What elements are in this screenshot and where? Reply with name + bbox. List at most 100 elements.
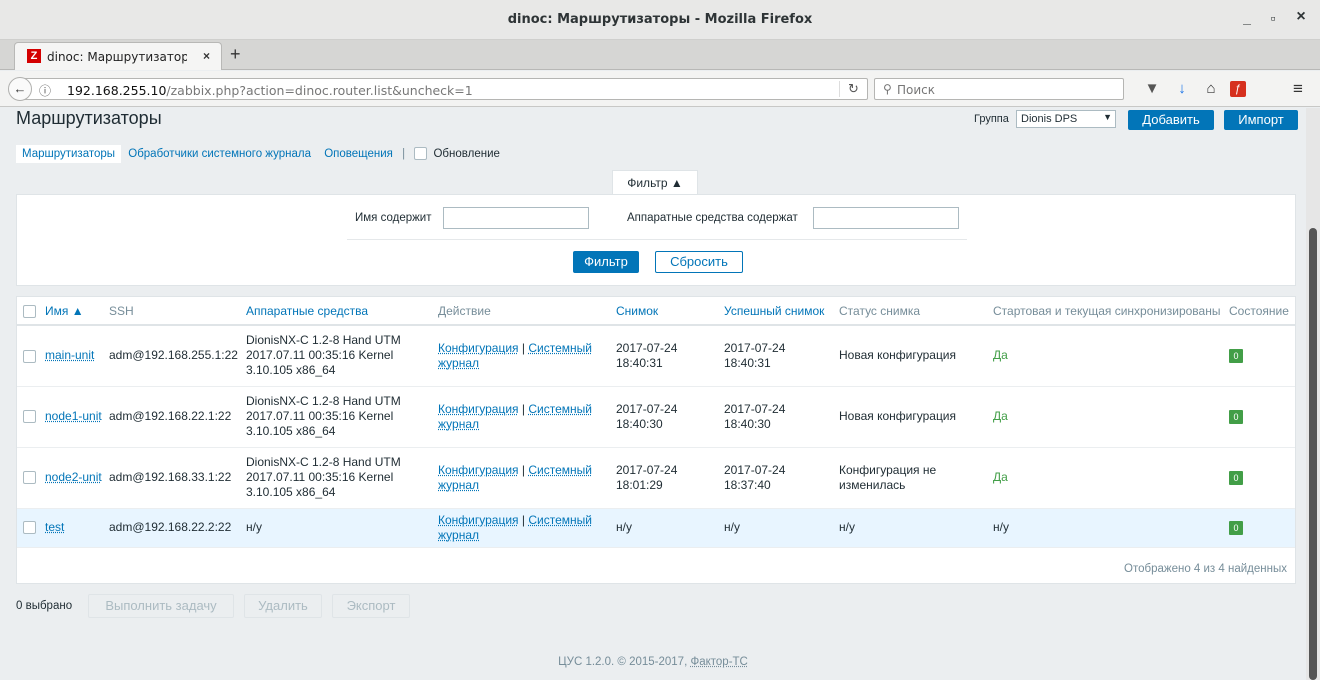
config-link[interactable]: Конфигурация: [438, 463, 519, 477]
success-snapshot-cell: 2017-07-24 18:40:31: [718, 325, 833, 387]
filter-apply-button[interactable]: Фильтр: [573, 251, 639, 273]
row-select-cell: [17, 447, 41, 509]
row-select-cell: [17, 325, 41, 387]
snapshot-status-cell: н/у: [833, 508, 987, 548]
row-checkbox[interactable]: [23, 349, 36, 363]
row-checkbox[interactable]: [23, 471, 36, 485]
snapshot-status-cell: Новая конфигурация: [833, 325, 987, 387]
table-row: main-unit adm@192.168.255.1:22 DionisNX-…: [17, 325, 1295, 387]
column-hardware[interactable]: Аппаратные средства: [240, 297, 432, 326]
search-input[interactable]: ⚲ Поиск: [874, 78, 1124, 100]
search-placeholder: Поиск: [897, 83, 936, 97]
config-link[interactable]: Конфигурация: [438, 402, 519, 416]
router-name-cell: main-unit: [41, 325, 103, 387]
column-success-snapshot[interactable]: Успешный снимок: [718, 297, 833, 326]
tab-close-button[interactable]: ×: [203, 49, 210, 63]
subnav-syslog-handlers[interactable]: Обработчики системного журнала: [128, 148, 311, 160]
import-button[interactable]: Импорт: [1224, 110, 1298, 130]
hardware-filter-label: Аппаратные средства содержат: [627, 212, 798, 224]
filter-reset-button[interactable]: Сбросить: [655, 251, 743, 273]
snapshot-status-cell: Новая конфигурация: [833, 386, 987, 448]
page-scrollbar[interactable]: [1306, 108, 1320, 680]
snapshot-status-cell: Конфигурация не изменилась: [833, 447, 987, 509]
sync-cell: Да: [987, 447, 1223, 509]
scrollbar-thumb[interactable]: [1309, 228, 1317, 680]
group-select[interactable]: Dionis DPS ▼: [1016, 110, 1116, 128]
url-host: 192.168.255.10: [67, 83, 167, 98]
router-name-link[interactable]: node1-unit: [45, 409, 102, 423]
hardware-cell: DionisNX-C 1.2-8 Hand UTM 2017.07.11 00:…: [240, 447, 432, 509]
config-link[interactable]: Конфигурация: [438, 513, 519, 527]
group-select-value: Dionis DPS: [1021, 113, 1078, 125]
export-button[interactable]: Экспорт: [332, 594, 410, 618]
row-checkbox[interactable]: [23, 410, 36, 424]
subnav-notifications[interactable]: Оповещения: [324, 148, 393, 160]
close-window-button[interactable]: ×: [1290, 8, 1312, 28]
column-snapshot-status: Статус снимка: [833, 297, 987, 326]
column-snapshot[interactable]: Снимок: [610, 297, 718, 326]
table-header-row: Имя ▲ SSH Аппаратные средства Действие С…: [17, 297, 1295, 326]
sync-cell: Да: [987, 386, 1223, 448]
home-icon[interactable]: ⌂: [1201, 79, 1221, 99]
action-cell: Конфигурация | Системный журнал: [432, 325, 610, 387]
run-task-button[interactable]: Выполнить задачу: [88, 594, 234, 618]
hardware-cell: DionisNX-C 1.2-8 Hand UTM 2017.07.11 00:…: [240, 386, 432, 448]
row-select-cell: [17, 386, 41, 448]
subnav-routers[interactable]: Маршрутизаторы: [16, 144, 122, 163]
name-filter-input[interactable]: [443, 207, 589, 229]
action-separator: |: [521, 512, 525, 527]
url-path: /zabbix.php?action=dinoc.router.list&unc…: [166, 83, 473, 98]
table-row: node2-unit adm@192.168.33.1:22 DionisNX-…: [17, 447, 1295, 509]
maximize-button[interactable]: ▫: [1262, 10, 1284, 30]
hardware-cell: н/у: [240, 508, 432, 548]
filter-toggle-tab[interactable]: Фильтр ▲: [612, 170, 698, 195]
minimize-button[interactable]: _: [1236, 10, 1258, 30]
browser-tab[interactable]: Z dinoc: Маршрутизаторы ×: [14, 42, 222, 70]
name-filter-label: Имя содержит: [355, 212, 432, 224]
hardware-cell: DionisNX-C 1.2-8 Hand UTM 2017.07.11 00:…: [240, 325, 432, 387]
url-bar[interactable]: ⓘ 192.168.255.10/zabbix.php?action=dinoc…: [22, 78, 868, 100]
column-ssh: SSH: [103, 297, 240, 326]
snapshot-cell: 2017-07-24 18:40:31: [610, 325, 718, 387]
router-name-link[interactable]: main-unit: [45, 348, 94, 362]
router-name-cell: node1-unit: [41, 386, 103, 448]
success-snapshot-cell: 2017-07-24 18:37:40: [718, 447, 833, 509]
add-button[interactable]: Добавить: [1128, 110, 1214, 130]
snapshot-cell: 2017-07-24 18:01:29: [610, 447, 718, 509]
download-icon[interactable]: ↓: [1172, 79, 1192, 99]
row-checkbox[interactable]: [23, 521, 36, 535]
state-cell: 0: [1223, 508, 1295, 548]
back-icon[interactable]: ←: [8, 77, 32, 101]
status-badge: 0: [1229, 471, 1243, 485]
pocket-icon[interactable]: ▼: [1142, 79, 1162, 99]
reload-icon[interactable]: ↻: [839, 81, 859, 97]
subnav-separator: |: [402, 147, 406, 160]
delete-button[interactable]: Удалить: [244, 594, 322, 618]
info-icon[interactable]: ⓘ: [39, 82, 51, 99]
copyright-text: ЦУС 1.2.0. © 2015-2017,: [558, 656, 691, 668]
router-name-link[interactable]: node2-unit: [45, 470, 102, 484]
table-row: node1-unit adm@192.168.22.1:22 DionisNX-…: [17, 386, 1295, 448]
action-separator: |: [521, 462, 525, 477]
config-link[interactable]: Конфигурация: [438, 341, 519, 355]
ssh-cell: adm@192.168.22.2:22: [103, 508, 240, 548]
hardware-filter-input[interactable]: [813, 207, 959, 229]
url-text[interactable]: 192.168.255.10/zabbix.php?action=dinoc.r…: [67, 83, 473, 98]
tab-strip: Z dinoc: Маршрутизаторы × +: [0, 40, 1320, 70]
zabbix-favicon-icon: Z: [27, 49, 41, 63]
search-icon: ⚲: [883, 82, 892, 96]
new-tab-button[interactable]: +: [230, 44, 241, 65]
chevron-down-icon: ▼: [1103, 112, 1112, 122]
navigation-bar: ⓘ 192.168.255.10/zabbix.php?action=dinoc…: [0, 71, 1320, 107]
select-all-checkbox[interactable]: [23, 304, 36, 318]
snapshot-cell: 2017-07-24 18:40:30: [610, 386, 718, 448]
menu-icon[interactable]: ≡: [1288, 79, 1308, 99]
flash-icon[interactable]: ƒ: [1230, 81, 1246, 97]
company-link[interactable]: Фактор-ТС: [690, 656, 747, 668]
router-name-link[interactable]: test: [45, 520, 64, 534]
refresh-checkbox[interactable]: [414, 147, 428, 160]
ssh-cell: adm@192.168.33.1:22: [103, 447, 240, 509]
column-name[interactable]: Имя ▲: [41, 297, 103, 326]
select-all-cell: [17, 297, 41, 326]
status-badge: 0: [1229, 410, 1243, 424]
